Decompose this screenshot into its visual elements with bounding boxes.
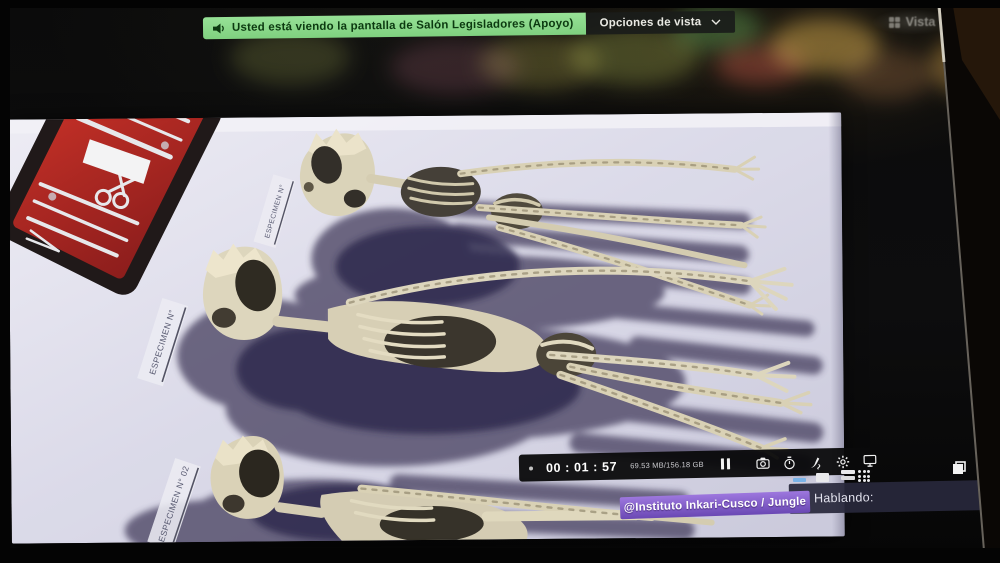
- chevron-down-icon: [711, 19, 721, 25]
- speaker-icon: [212, 21, 225, 34]
- grid-view-icon: [889, 17, 900, 28]
- taskbar-thumbnail[interactable]: [816, 473, 829, 482]
- share-message: Usted está viendo la pantalla de Salón L…: [203, 13, 586, 40]
- taskbar-thumbnail[interactable]: [841, 470, 855, 474]
- settings-button[interactable]: [836, 454, 850, 469]
- taskbar-thumbnail[interactable]: [841, 476, 855, 480]
- speaking-panel: Hablando:: [789, 480, 986, 514]
- speaking-label: Hablando:: [814, 490, 874, 505]
- taskbar-accent-bar: [793, 478, 806, 482]
- view-button-label: Vista: [906, 15, 936, 29]
- camera-icon: [756, 456, 770, 469]
- view-button[interactable]: Vista: [872, 9, 952, 35]
- record-indicator-dot: [529, 466, 533, 470]
- screenshot-camera-button[interactable]: [756, 455, 770, 470]
- draw-button[interactable]: [809, 454, 823, 469]
- pause-button[interactable]: [721, 458, 730, 469]
- view-options-button[interactable]: Opciones de vista: [585, 11, 735, 35]
- shared-screen-image: ESPECIMEN N° ESPECIMEN N° ESPECIMEN N° 0…: [8, 112, 845, 543]
- view-options-label: Opciones de vista: [599, 16, 701, 29]
- app-grid-icon[interactable]: [858, 470, 870, 482]
- pen-icon: [809, 455, 823, 469]
- record-time: 00 : 01 : 57: [546, 459, 617, 474]
- gear-icon: [836, 454, 850, 468]
- specimen-photo: ESPECIMEN N° ESPECIMEN N° ESPECIMEN N° 0…: [8, 112, 845, 543]
- timer-button[interactable]: [783, 455, 796, 470]
- end-call-button[interactable]: [934, 551, 992, 563]
- display-button[interactable]: [863, 453, 877, 468]
- restore-window-icon[interactable]: [952, 461, 966, 480]
- share-message-text: Usted está viendo la pantalla de Salón L…: [232, 18, 574, 34]
- record-storage: 69.53 MB/156.18 GB: [630, 460, 704, 471]
- caption-text: @Instituto Inkari-Cusco / Jungle: [624, 496, 807, 514]
- monitor-photo: ESPECIMEN N° ESPECIMEN N° ESPECIMEN N° 0…: [0, 0, 1000, 563]
- monitor-icon: [863, 454, 877, 467]
- timer-icon: [783, 455, 796, 469]
